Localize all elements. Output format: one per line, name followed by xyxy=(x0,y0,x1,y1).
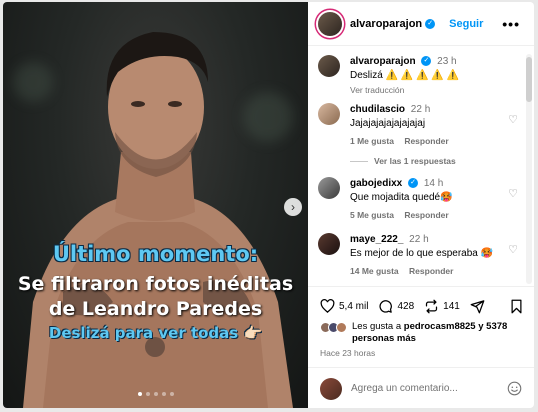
liked-by: Les gusta a pedrocasm8825 y 5378 persona… xyxy=(320,321,530,345)
comment-input[interactable]: Agrega un comentario... xyxy=(351,383,458,394)
avatar[interactable] xyxy=(318,177,340,199)
comment-text: Que mojadita quedé🥵 xyxy=(350,192,453,203)
post-details-panel: alvaroparajon ✓ Seguir ••• alvaroparajon… xyxy=(308,2,534,408)
liked-by-user[interactable]: pedrocasm8825 xyxy=(404,321,476,332)
comment-body: chudilascio 22 h Jajajajajajajajajaj 1 M… xyxy=(350,103,505,148)
carousel-dot[interactable] xyxy=(161,392,166,396)
caption-text: Deslizá ⚠️ ⚠️ ⚠️ ⚠️ ⚠️ xyxy=(350,70,459,81)
caption-time: 23 h xyxy=(437,56,457,67)
comment-bubble-icon[interactable] xyxy=(378,299,393,314)
post-actions: 5,4 mil 428 141 Les gusta a pedrocasm882… xyxy=(308,286,534,408)
comment-likes[interactable]: 1 Me gusta xyxy=(350,136,394,146)
comment-item: gabojedixx ✓ 14 h Que mojadita quedé🥵 5 … xyxy=(318,177,518,225)
translate-link[interactable]: Ver traducción xyxy=(350,83,505,97)
comment-meta: 5 Me gusta Responder xyxy=(350,208,505,222)
overlay-line-3: de Leandro Paredes xyxy=(48,298,263,320)
like-action[interactable]: 5,4 mil xyxy=(320,298,368,314)
comment-item: maye_222_ 22 h Es mejor de lo que espera… xyxy=(318,233,518,281)
follow-button[interactable]: Seguir xyxy=(449,18,483,30)
post-media[interactable]: Último momento: Se filtraron fotos inédi… xyxy=(3,2,308,408)
chevron-right-icon: › xyxy=(291,200,295,214)
like-heart-icon[interactable]: ♡ xyxy=(508,113,518,126)
comment-username[interactable]: maye_222_ xyxy=(350,234,403,245)
overlay-subtitle: Se filtraron fotos inéditas de Leandro P… xyxy=(3,272,308,322)
liked-by-text: Les gusta a pedrocasm8825 y 5378 persona… xyxy=(352,321,530,345)
divider xyxy=(350,160,368,162)
comment-username[interactable]: chudilascio xyxy=(350,104,405,115)
action-icons-row: 5,4 mil 428 141 xyxy=(320,297,528,315)
comments-count[interactable]: 428 xyxy=(397,301,414,312)
overlay-swipe-hint: Deslizá para ver todas 👉🏻 xyxy=(48,324,263,342)
comment-text: Es mejor de lo que esperaba 🥵 xyxy=(350,248,494,259)
heart-icon[interactable] xyxy=(320,298,335,314)
view-replies-label: Ver las 1 respuestas xyxy=(374,156,456,166)
share-send-icon[interactable] xyxy=(470,299,485,314)
overlay-line-2: Se filtraron fotos inéditas xyxy=(17,273,294,295)
comment-body: gabojedixx ✓ 14 h Que mojadita quedé🥵 5 … xyxy=(350,177,505,222)
current-user-avatar xyxy=(320,377,342,400)
bookmark-icon[interactable] xyxy=(509,299,524,314)
carousel-dot[interactable] xyxy=(145,392,150,396)
likes-count[interactable]: 5,4 mil xyxy=(339,301,368,312)
comment-likes[interactable]: 5 Me gusta xyxy=(350,210,394,220)
comment-item: chudilascio 22 h Jajajajajajajajajaj 1 M… xyxy=(318,103,518,151)
avatar[interactable] xyxy=(318,103,340,125)
comment-action[interactable]: 428 xyxy=(378,299,414,314)
add-comment-bar: Agrega un comentario... xyxy=(308,367,534,408)
avatar[interactable] xyxy=(318,233,340,255)
carousel-dot[interactable] xyxy=(153,392,158,396)
comment-meta: 1 Me gusta Responder xyxy=(350,134,505,148)
post-time-ago: Hace 23 horas xyxy=(320,348,376,358)
repost-icon[interactable] xyxy=(424,299,439,314)
verified-badge-icon: ✓ xyxy=(421,56,432,67)
carousel-dot[interactable] xyxy=(169,392,174,396)
like-heart-icon[interactable]: ♡ xyxy=(508,187,518,200)
reply-button[interactable]: Responder xyxy=(404,210,448,220)
like-heart-icon[interactable]: ♡ xyxy=(508,243,518,256)
liker-avatars xyxy=(320,322,347,345)
post-modal: Último momento: Se filtraron fotos inédi… xyxy=(3,2,534,408)
reply-button[interactable]: Responder xyxy=(409,266,453,276)
comment-body: maye_222_ 22 h Es mejor de lo que espera… xyxy=(350,233,505,278)
comment-text: Jajajajajajajajajaj xyxy=(350,118,426,129)
caption-username[interactable]: alvaroparajon xyxy=(350,56,416,67)
overlay-headline: Último momento: xyxy=(52,242,259,266)
share-action[interactable] xyxy=(470,299,489,314)
reply-button[interactable]: Responder xyxy=(404,136,448,146)
author-avatar[interactable] xyxy=(318,11,342,36)
verified-badge-icon: ✓ xyxy=(408,178,419,189)
comment-time: 14 h xyxy=(423,178,444,189)
comment-username[interactable]: gabojedixx xyxy=(350,178,402,189)
author-username[interactable]: alvaroparajon xyxy=(350,18,422,30)
comment-time: 22 h xyxy=(410,104,431,115)
athlete-photo xyxy=(23,32,293,408)
post-header: alvaroparajon ✓ Seguir ••• xyxy=(308,2,534,46)
avatar[interactable] xyxy=(318,55,340,77)
caption-body: alvaroparajon ✓ 23 h Deslizá ⚠️ ⚠️ ⚠️ ⚠️… xyxy=(350,55,505,97)
comment-likes[interactable]: 14 Me gusta xyxy=(350,266,399,276)
liked-by-prefix: Les gusta a xyxy=(352,321,404,332)
comments-list: alvaroparajon ✓ 23 h Deslizá ⚠️ ⚠️ ⚠️ ⚠️… xyxy=(308,47,534,287)
more-options-icon[interactable]: ••• xyxy=(502,16,520,32)
repost-action[interactable]: 141 xyxy=(424,299,460,314)
carousel-dots xyxy=(3,392,308,396)
caption: alvaroparajon ✓ 23 h Deslizá ⚠️ ⚠️ ⚠️ ⚠️… xyxy=(318,55,518,95)
next-slide-button[interactable]: › xyxy=(284,198,302,216)
avatar[interactable] xyxy=(336,322,347,333)
comment-time: 22 h xyxy=(409,234,429,245)
view-replies-button[interactable]: Ver las 1 respuestas xyxy=(350,156,456,166)
reposts-count[interactable]: 141 xyxy=(443,301,460,312)
emoji-icon[interactable] xyxy=(507,381,522,396)
comment-meta: 14 Me gusta Responder xyxy=(350,264,505,278)
verified-badge-icon: ✓ xyxy=(425,18,436,29)
carousel-dot[interactable] xyxy=(137,392,142,396)
